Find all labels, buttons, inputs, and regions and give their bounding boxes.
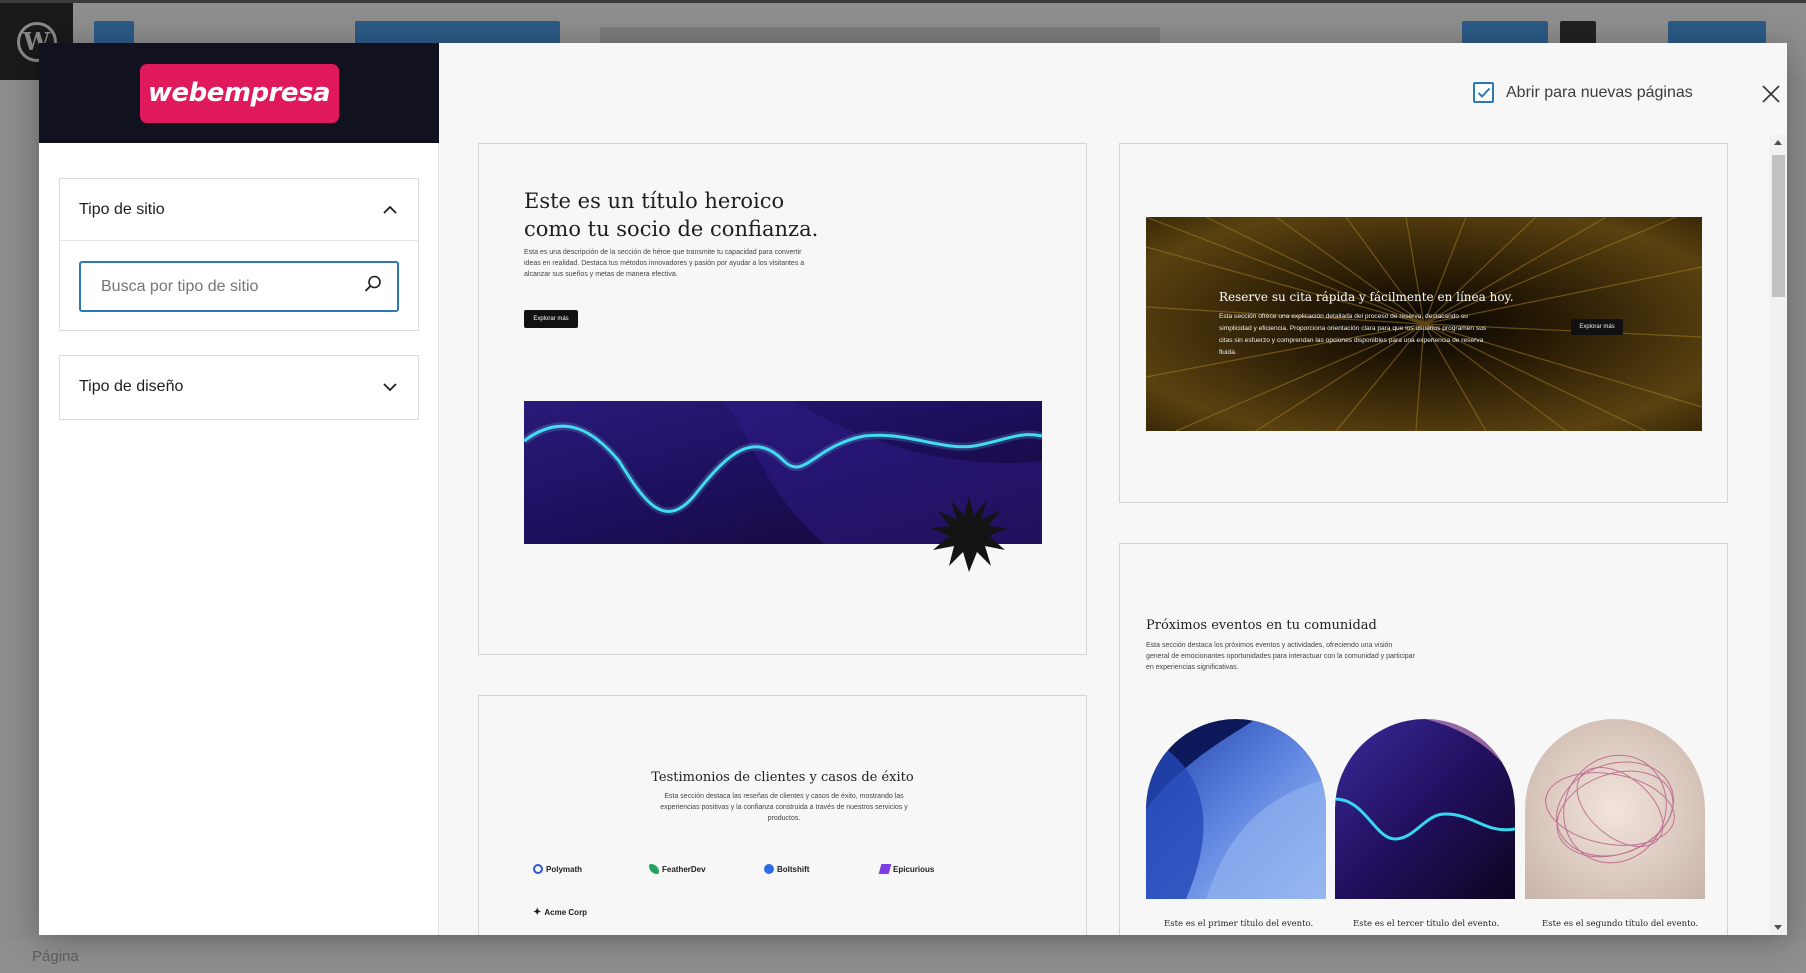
event-title-1: Este es el primer título del evento.: [1164, 919, 1314, 929]
site-type-search-input[interactable]: [101, 277, 363, 296]
booking-button: Explorar más: [1571, 319, 1623, 335]
events-description: Esta sección destaca los próximos evento…: [1146, 642, 1415, 671]
hero-button: Explorar más: [524, 310, 578, 328]
feather-icon: [649, 864, 659, 874]
site-type-panel: Tipo de sitio: [59, 178, 419, 331]
booking-title: Reserve su cita rápida y fácilmente en l…: [1219, 290, 1514, 304]
brand-header: webempresa: [39, 43, 439, 143]
client-logo-polymath: Polymath: [533, 864, 582, 874]
polymath-icon: [533, 864, 543, 874]
booking-description: Esta sección ofrece una explicación deta…: [1219, 313, 1487, 356]
close-icon: [1759, 85, 1783, 110]
site-type-toggle[interactable]: Tipo de sitio: [60, 179, 418, 241]
webempresa-logo: webempresa: [139, 63, 339, 123]
pattern-card-testimonials[interactable]: Testimonios de clientes y casos de éxito…: [478, 695, 1087, 935]
event-image-3: [1525, 719, 1705, 899]
bolt-icon: [764, 864, 774, 874]
open-for-new-pages-label: Abrir para nuevas páginas: [1506, 83, 1693, 101]
starburst-decoration: [931, 496, 1007, 572]
events-title: Próximos eventos en tu comunidad: [1146, 618, 1377, 633]
pattern-library-modal: webempresa Tipo de sitio Tipo de diseño: [39, 43, 1787, 935]
pattern-card-events[interactable]: Próximos eventos en tu comunidad Esta se…: [1119, 543, 1728, 935]
chevron-up-icon: [380, 200, 400, 220]
event-title-3: Este es el segundo título del evento.: [1542, 919, 1699, 929]
search-icon[interactable]: [363, 274, 383, 299]
scrollbar-thumb[interactable]: [1772, 155, 1785, 297]
brand-logo-text: webempresa: [147, 78, 331, 108]
design-type-title: Tipo de diseño: [79, 378, 184, 395]
event-title-2: Este es el tercer título del evento.: [1353, 919, 1500, 929]
hero-description: Esta es una descripción de la sección de…: [524, 249, 805, 278]
editor-footer: Página: [0, 939, 1806, 973]
client-logo-featherdev: FeatherDev: [649, 864, 706, 874]
filter-sidebar: webempresa Tipo de sitio Tipo de diseño: [39, 43, 439, 935]
scroll-down-arrow-icon[interactable]: [1774, 925, 1782, 930]
pattern-card-hero[interactable]: Este es un título heroico como tu socio …: [478, 143, 1087, 655]
epicurious-icon: [878, 864, 892, 874]
scroll-up-arrow-icon[interactable]: [1774, 140, 1782, 145]
design-type-toggle[interactable]: Tipo de diseño: [60, 356, 418, 418]
hero-title: Este es un título heroico como tu socio …: [524, 189, 819, 241]
sparkle-icon: ✦: [533, 907, 542, 918]
pattern-card-booking[interactable]: Reserve su cita rápida y fácilmente en l…: [1119, 143, 1728, 503]
testimonials-title: Testimonios de clientes y casos de éxito: [651, 770, 914, 785]
event-image-1: [1146, 719, 1326, 899]
design-type-panel: Tipo de diseño: [59, 355, 419, 420]
site-type-search: [79, 261, 399, 312]
pattern-grid-area: Abrir para nuevas páginas Este es un tít…: [439, 43, 1787, 935]
client-logo-boltshift: Boltshift: [764, 864, 809, 874]
close-button[interactable]: [1759, 82, 1783, 106]
site-type-title: Tipo de sitio: [79, 200, 165, 218]
client-logo-acmecorp: ✦ Acme Corp: [533, 907, 588, 918]
testimonials-description: Esta sección destaca las reseñas de clie…: [660, 793, 908, 822]
pattern-grid-scrollbar[interactable]: [1769, 135, 1787, 935]
footer-breadcrumb[interactable]: Página: [32, 948, 79, 965]
open-for-new-pages-checkbox[interactable]: [1473, 82, 1494, 103]
event-image-2: [1335, 719, 1515, 899]
open-for-new-pages-toggle[interactable]: Abrir para nuevas páginas: [1473, 82, 1693, 103]
client-logo-epicurious: Epicurious: [878, 864, 934, 874]
chevron-down-icon: [380, 377, 400, 397]
